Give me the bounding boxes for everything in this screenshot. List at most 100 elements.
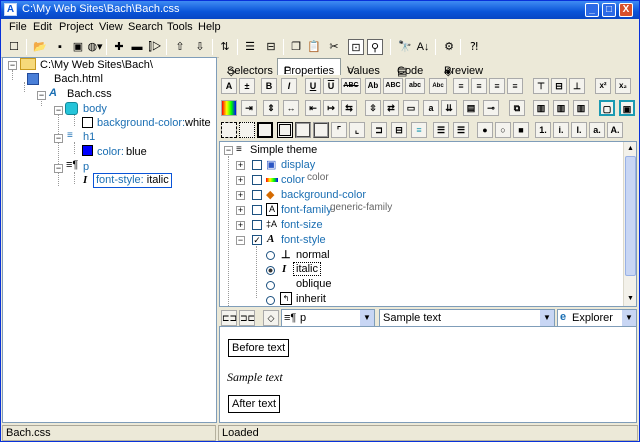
direction-icon[interactable]: ⇄ (383, 100, 399, 116)
font-style-checkbox[interactable]: ✓ (252, 235, 262, 245)
maximize-button[interactable]: □ (602, 3, 616, 17)
border-double-icon[interactable] (277, 122, 293, 138)
prop-font-size[interactable]: font-size (281, 219, 323, 231)
menu-view[interactable]: View (99, 21, 123, 33)
overflow-icon[interactable]: ⧉ (509, 100, 525, 116)
split-icon[interactable]: ⊏⊐ (221, 310, 237, 326)
align-left-icon[interactable]: ≡ (453, 78, 469, 94)
tree-h1-prop[interactable]: color: (97, 146, 124, 158)
chevron-down-icon[interactable]: ▼ (622, 310, 636, 326)
expand-toggle[interactable]: + (236, 191, 245, 200)
valign-top-icon[interactable]: ⊤ (533, 78, 549, 94)
align-right-icon[interactable]: ≡ (489, 78, 505, 94)
font-family-checkbox[interactable] (252, 205, 262, 215)
menu-tools[interactable]: Tools (167, 21, 193, 33)
overline-button[interactable]: U (323, 78, 339, 94)
open-icon[interactable]: 📂 (32, 39, 48, 55)
tree-p-selected[interactable]: font-style: italic (93, 173, 172, 188)
bullet-circle-icon[interactable]: ○ (495, 122, 511, 138)
paste-icon[interactable]: 📋 (306, 39, 322, 55)
selector-dropdown[interactable]: ≡¶ p ▼ (281, 309, 375, 327)
move-up-icon[interactable]: ⇧ (172, 39, 188, 55)
browser-dropdown[interactable]: e Explorer ▼ (557, 309, 637, 327)
line-height-icon[interactable]: ⇕ (263, 100, 279, 116)
border-ridge-icon[interactable] (313, 122, 329, 138)
dropdown-icon[interactable]: ◍▾ (87, 39, 103, 55)
smallcaps-button[interactable]: Abc (429, 78, 447, 94)
padding-icon[interactable]: ⊟ (391, 122, 407, 138)
font-size-icon[interactable]: ± (239, 78, 255, 94)
radio-inherit[interactable] (266, 296, 275, 305)
capitalize-button[interactable]: Ab (365, 78, 381, 94)
align-center-icon[interactable]: ≡ (471, 78, 487, 94)
selector-icon-btn[interactable]: ◇ (263, 310, 279, 326)
indent-icon[interactable]: ⇤ (305, 100, 321, 116)
collapse-toggle[interactable]: − (224, 146, 233, 155)
border-groove-icon[interactable] (295, 122, 311, 138)
move-down-icon[interactable]: ⇩ (192, 39, 208, 55)
float-icon[interactable]: ▤ (463, 100, 479, 116)
find-next-icon[interactable]: A↓ (415, 39, 431, 55)
radio-italic[interactable] (266, 266, 275, 275)
align-justify-icon[interactable]: ≡ (507, 78, 523, 94)
numbered-i-icon[interactable]: i. (553, 122, 569, 138)
list-icon[interactable]: ☰ (242, 39, 258, 55)
menu-project[interactable]: Project (59, 21, 93, 33)
border-dotted-icon[interactable] (239, 122, 255, 138)
tree-root-label[interactable]: C:\My Web Sites\Bach\ (40, 59, 153, 71)
wrap-left-icon[interactable]: ▥ (533, 100, 549, 116)
margin-icon[interactable]: ⊐ (371, 122, 387, 138)
chevron-down-icon[interactable]: ▼ (360, 310, 374, 326)
scroll-thumb[interactable] (625, 156, 636, 276)
theme-label[interactable]: Simple theme (250, 144, 317, 156)
expand-toggle[interactable]: + (236, 221, 245, 230)
close-button[interactable]: X (619, 3, 633, 17)
collapse-toggle[interactable]: − (8, 61, 17, 70)
text-indent-icon[interactable]: ↦ (323, 100, 339, 116)
save-all-icon[interactable]: ▣ (70, 39, 86, 55)
options-icon[interactable]: ⚙ (441, 39, 457, 55)
list-style-icon[interactable]: ☰ (433, 122, 449, 138)
collapse-toggle[interactable]: − (37, 91, 46, 100)
rename-icon[interactable]: ⫿▷ (147, 39, 163, 55)
new-icon[interactable]: ☐ (6, 39, 22, 55)
strikethrough-button[interactable]: ABC (341, 78, 361, 94)
vertical-scrollbar[interactable]: ▲ ▼ (623, 142, 636, 306)
valign-bottom-icon[interactable]: ⊥ (569, 78, 585, 94)
abc-icon[interactable]: a (423, 100, 439, 116)
display-checkbox[interactable] (252, 160, 262, 170)
value-normal[interactable]: normal (296, 249, 330, 261)
copy-icon[interactable]: ❐ (288, 39, 304, 55)
chevron-down-icon[interactable]: ▼ (540, 310, 554, 326)
radio-normal[interactable] (266, 251, 275, 260)
value-oblique[interactable]: oblique (296, 278, 331, 290)
scroll-up-icon[interactable]: ▲ (625, 143, 636, 154)
tree-body-label[interactable]: body (83, 103, 107, 115)
collapse-toggle[interactable]: − (54, 134, 63, 143)
numbered-A-icon[interactable]: A. (607, 122, 623, 138)
spacing-icon[interactable]: ⇳ (365, 100, 381, 116)
block-icon[interactable]: ▭ (403, 100, 419, 116)
border-bottom-icon[interactable]: ⌞ (349, 122, 365, 138)
menu-search[interactable]: Search (128, 21, 163, 33)
letter-spacing-icon[interactable]: ⇥ (241, 100, 257, 116)
add-icon[interactable]: ✚ (111, 39, 127, 55)
frame-icon[interactable]: ⊡ (348, 39, 364, 55)
collapse-toggle[interactable]: − (54, 164, 63, 173)
word-spacing-icon[interactable]: ↔ (283, 100, 299, 116)
find-icon[interactable]: 🔭 (397, 39, 413, 55)
minimize-button[interactable]: _ (585, 3, 599, 17)
uppercase-button[interactable]: ABC (383, 78, 403, 94)
height-icon[interactable]: ≡ (411, 122, 427, 138)
white-space-icon[interactable]: ⇆ (341, 100, 357, 116)
lowercase-button[interactable]: abc (405, 78, 425, 94)
expand-toggle[interactable]: + (236, 176, 245, 185)
menu-edit[interactable]: Edit (33, 21, 52, 33)
subscript-button[interactable]: x₂ (615, 78, 631, 94)
tool-icon[interactable]: ⚲ (367, 39, 383, 55)
collapse-toggle[interactable]: − (236, 236, 245, 245)
sort-icon[interactable]: ⇅ (217, 39, 233, 55)
bold-button[interactable]: B (261, 78, 277, 94)
expand-toggle[interactable]: + (236, 206, 245, 215)
numbered-1-icon[interactable]: 1. (535, 122, 551, 138)
